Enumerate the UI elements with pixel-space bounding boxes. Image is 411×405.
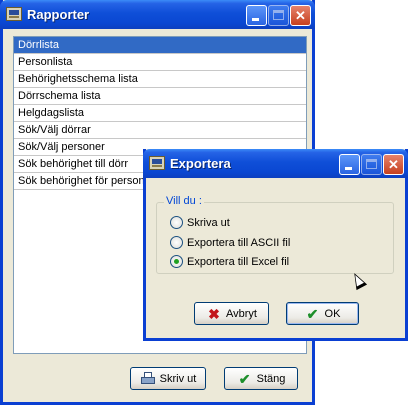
red-x-icon: ✖ bbox=[208, 305, 220, 322]
cancel-button[interactable]: ✖ Avbryt bbox=[194, 302, 269, 325]
minimize-icon bbox=[252, 18, 259, 21]
maximize-button bbox=[268, 5, 289, 26]
minimize-button[interactable] bbox=[246, 5, 267, 26]
print-button[interactable]: Skriv ut bbox=[130, 367, 206, 390]
exportera-dialog: Exportera ✕ Vill du : Skriva ut Exporter… bbox=[143, 149, 408, 341]
dialog-title: Exportera bbox=[170, 156, 231, 171]
printer-icon bbox=[140, 371, 156, 386]
checkmark-icon: ✔ bbox=[306, 305, 319, 322]
close-button[interactable]: ✕ bbox=[383, 154, 404, 175]
close-icon: ✕ bbox=[295, 8, 306, 23]
list-item[interactable]: Sök/Välj dörrar bbox=[14, 122, 306, 139]
maximize-icon bbox=[273, 10, 284, 20]
radio-button[interactable] bbox=[170, 236, 183, 249]
maximize-button bbox=[361, 154, 382, 175]
list-item[interactable]: Helgdagslista bbox=[14, 105, 306, 122]
radio-button[interactable] bbox=[170, 216, 183, 229]
cancel-button-label: Avbryt bbox=[226, 307, 257, 320]
ok-button[interactable]: ✔ OK bbox=[286, 302, 359, 325]
ok-button-label: OK bbox=[324, 307, 341, 320]
title-bar[interactable]: Rapporter ✕ bbox=[0, 0, 315, 29]
radio-ascii-option[interactable]: Exportera till ASCII fil bbox=[170, 236, 290, 249]
minimize-icon bbox=[345, 167, 352, 170]
close-icon: ✕ bbox=[388, 157, 399, 172]
print-button-label: Skriv ut bbox=[159, 372, 197, 385]
list-item[interactable]: Dörrschema lista bbox=[14, 88, 306, 105]
group-label: Vill du : bbox=[164, 195, 204, 207]
window-title: Rapporter bbox=[27, 7, 90, 22]
list-item[interactable]: Dörrlista bbox=[14, 37, 306, 54]
radio-excel-option[interactable]: Exportera till Excel fil bbox=[170, 255, 289, 268]
minimize-button[interactable] bbox=[339, 154, 360, 175]
checkmark-icon: ✔ bbox=[238, 370, 251, 387]
maximize-icon bbox=[366, 159, 377, 169]
app-icon bbox=[6, 7, 22, 21]
radio-print-option[interactable]: Skriva ut bbox=[170, 216, 230, 229]
dialog-title-bar[interactable]: Exportera ✕ bbox=[143, 149, 408, 178]
close-button[interactable]: ✕ bbox=[290, 5, 311, 26]
radio-button[interactable] bbox=[170, 255, 183, 268]
list-item[interactable]: Personlista bbox=[14, 54, 306, 71]
close-window-button-label: Stäng bbox=[256, 372, 286, 385]
radio-label: Exportera till ASCII fil bbox=[187, 236, 291, 249]
radio-label: Skriva ut bbox=[187, 216, 230, 229]
list-item[interactable]: Behörighetsschema lista bbox=[14, 71, 306, 88]
close-window-button[interactable]: ✔ Stäng bbox=[224, 367, 298, 390]
radio-label: Exportera till Excel fil bbox=[187, 255, 290, 268]
app-icon bbox=[149, 156, 165, 170]
